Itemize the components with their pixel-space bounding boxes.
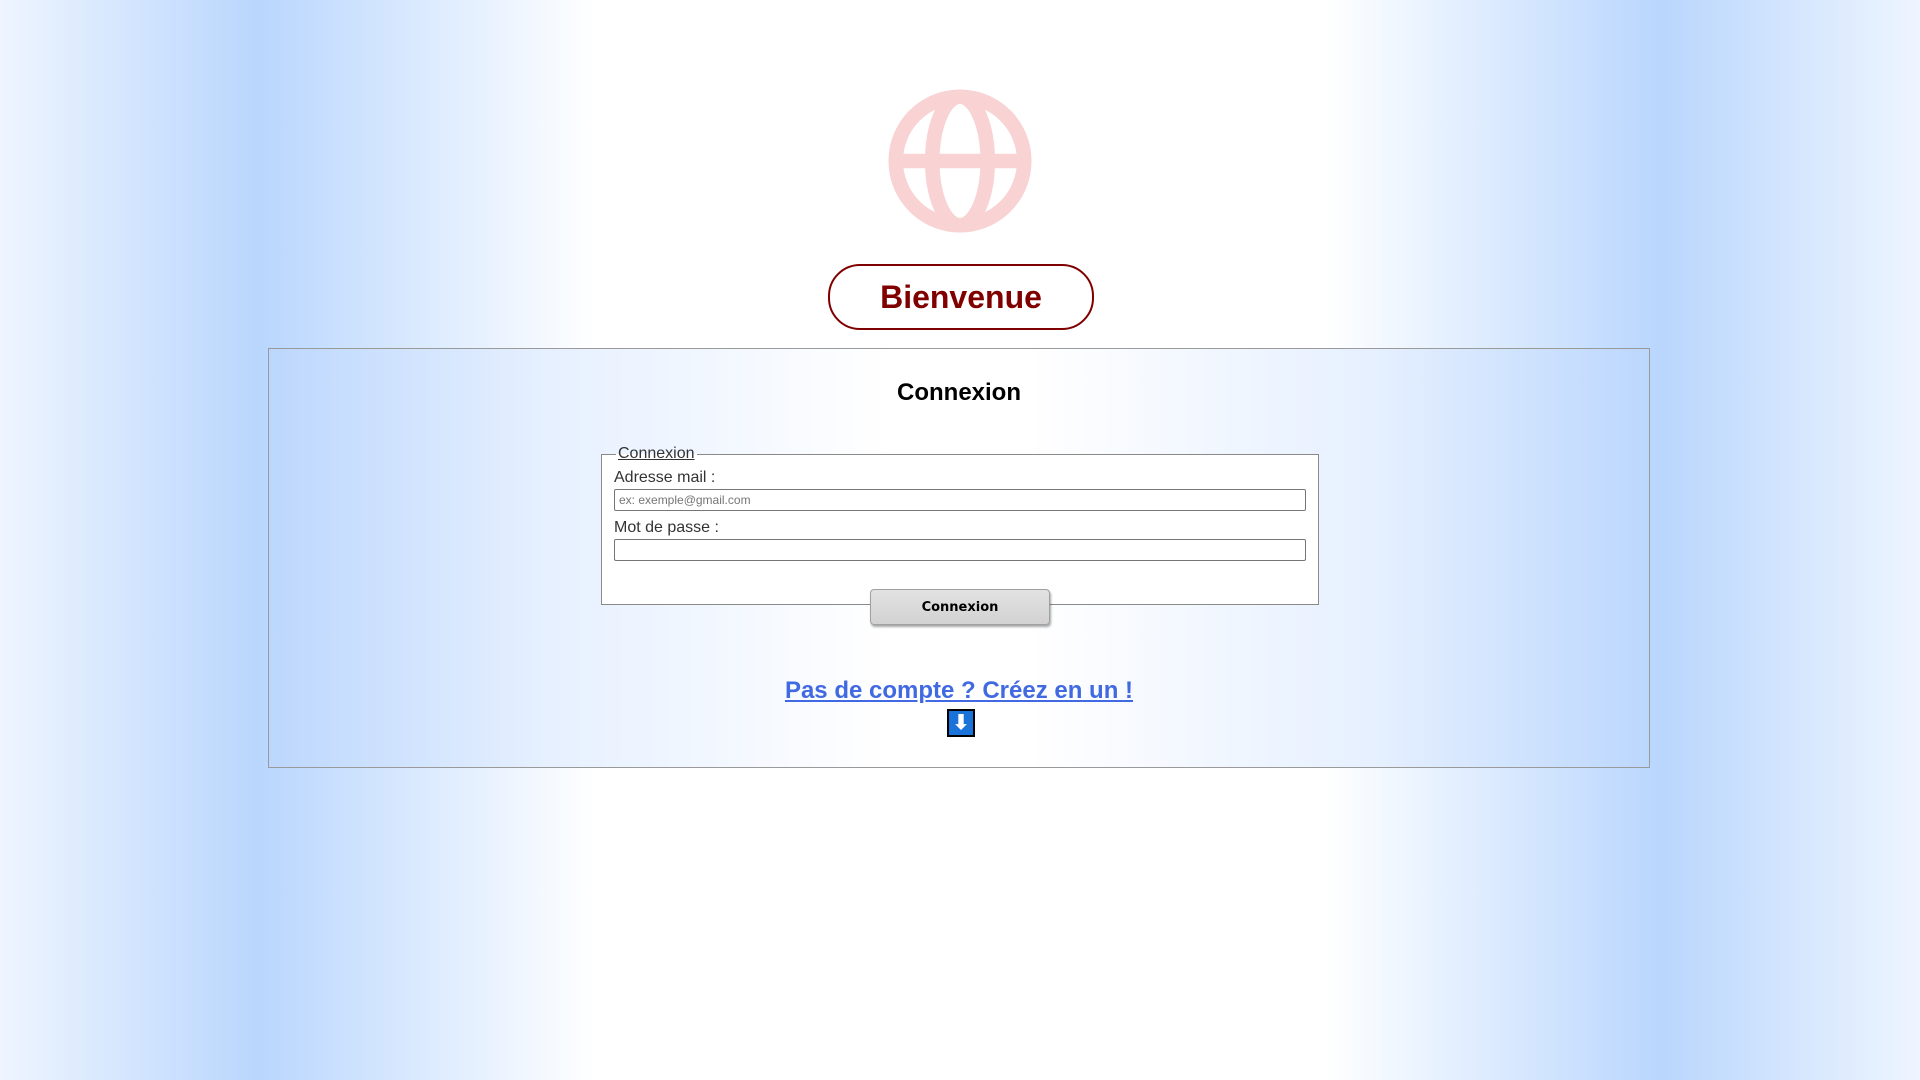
login-fieldset: Connexion Adresse mail : Mot de passe : … bbox=[601, 445, 1319, 625]
panel-title: Connexion bbox=[897, 379, 1021, 406]
signup-link[interactable]: Pas de compte ? Créez en un ! bbox=[269, 677, 1649, 705]
welcome-banner: Bienvenue bbox=[828, 264, 1094, 330]
password-field[interactable] bbox=[614, 539, 1306, 561]
email-label: Adresse mail : bbox=[614, 469, 716, 486]
fieldset-legend: Connexion bbox=[618, 445, 695, 462]
login-button[interactable]: Connexion bbox=[870, 589, 1050, 625]
globe-icon bbox=[887, 88, 1033, 234]
password-label: Mot de passe : bbox=[614, 519, 719, 536]
page: { "logo": { "icon": "globe-icon", "color… bbox=[0, 0, 1920, 1080]
down-arrow-icon: ⬇ bbox=[952, 712, 970, 734]
email-field[interactable] bbox=[614, 489, 1306, 511]
login-panel: Connexion Connexion Adresse mail : Mot d… bbox=[268, 348, 1650, 768]
down-arrow-button[interactable]: ⬇ bbox=[947, 709, 975, 737]
